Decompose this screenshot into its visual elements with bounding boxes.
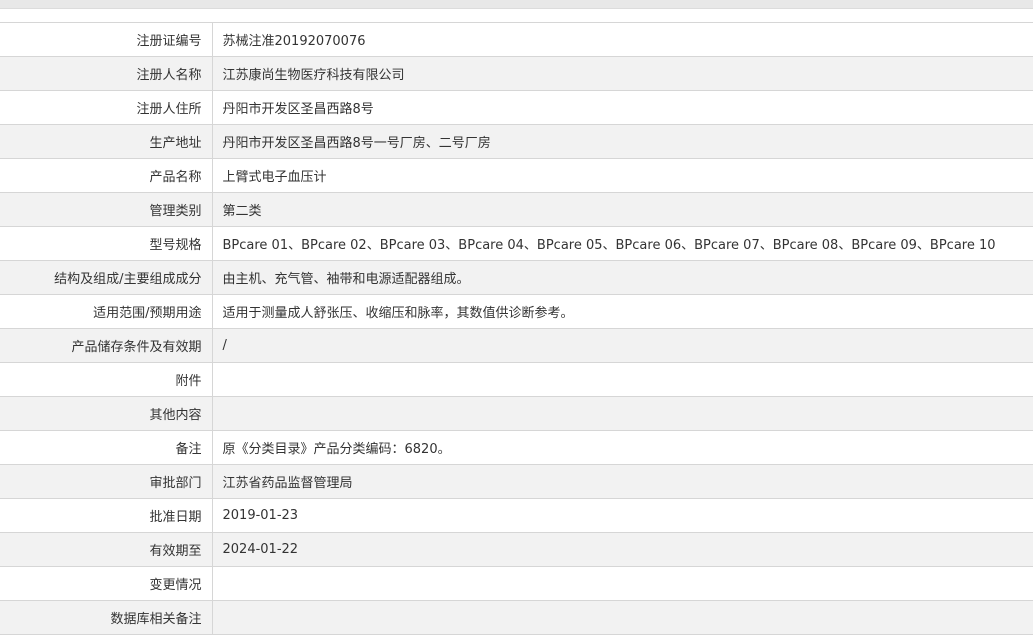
table-row: 数据库相关备注 [0, 600, 1033, 635]
row-value-storage-validity: / [212, 328, 1033, 363]
row-value-structure-composition: 由主机、充气管、袖带和电源适配器组成。 [212, 260, 1033, 295]
row-label-structure-composition: 结构及组成/主要组成成分 [0, 260, 213, 295]
table-row: 产品名称 上臂式电子血压计 [0, 158, 1033, 193]
table-row: 其他内容 [0, 396, 1033, 431]
table-row: 注册人住所 丹阳市开发区圣昌西路8号 [0, 90, 1033, 125]
top-strip [0, 0, 1033, 9]
row-label-other-content: 其他内容 [0, 396, 213, 431]
table-row: 生产地址 丹阳市开发区圣昌西路8号一号厂房、二号厂房 [0, 124, 1033, 159]
row-label-storage-validity: 产品储存条件及有效期 [0, 328, 213, 363]
row-value-approval-department: 江苏省药品监督管理局 [212, 464, 1033, 499]
table-row: 备注 原《分类目录》产品分类编码：6820。 [0, 430, 1033, 465]
row-value-remarks: 原《分类目录》产品分类编码：6820。 [212, 430, 1033, 465]
row-value-intended-use: 适用于测量成人舒张压、收缩压和脉率，其数值供诊断参考。 [212, 294, 1033, 329]
table-row: 管理类别 第二类 [0, 192, 1033, 227]
row-value-production-address: 丹阳市开发区圣昌西路8号一号厂房、二号厂房 [212, 124, 1033, 159]
row-label-attachments: 附件 [0, 362, 213, 397]
row-label-product-name: 产品名称 [0, 158, 213, 193]
spacer [0, 9, 1033, 22]
row-label-remarks: 备注 [0, 430, 213, 465]
row-value-other-content [212, 396, 1033, 431]
table-row: 型号规格 BPcare 01、BPcare 02、BPcare 03、BPcar… [0, 226, 1033, 261]
table-row: 审批部门 江苏省药品监督管理局 [0, 464, 1033, 499]
table-row: 有效期至 2024-01-22 [0, 532, 1033, 567]
registration-detail-table: 注册证编号 苏械注准20192070076 注册人名称 江苏康尚生物医疗科技有限… [0, 22, 1033, 635]
table-row: 批准日期 2019-01-23 [0, 498, 1033, 533]
row-label-model-spec: 型号规格 [0, 226, 213, 261]
table-row: 注册人名称 江苏康尚生物医疗科技有限公司 [0, 56, 1033, 91]
row-label-production-address: 生产地址 [0, 124, 213, 159]
row-label-database-remarks: 数据库相关备注 [0, 600, 213, 635]
row-value-registration-number: 苏械注准20192070076 [212, 22, 1033, 57]
row-label-registrant-name: 注册人名称 [0, 56, 213, 91]
row-value-database-remarks [212, 600, 1033, 635]
row-value-change-status [212, 566, 1033, 601]
row-value-management-category: 第二类 [212, 192, 1033, 227]
row-label-approval-date: 批准日期 [0, 498, 213, 533]
row-value-product-name: 上臂式电子血压计 [212, 158, 1033, 193]
row-label-registration-number: 注册证编号 [0, 22, 213, 57]
row-value-approval-date: 2019-01-23 [212, 498, 1033, 533]
table-row: 结构及组成/主要组成成分 由主机、充气管、袖带和电源适配器组成。 [0, 260, 1033, 295]
row-label-intended-use: 适用范围/预期用途 [0, 294, 213, 329]
row-label-change-status: 变更情况 [0, 566, 213, 601]
row-value-attachments [212, 362, 1033, 397]
row-value-registrant-address: 丹阳市开发区圣昌西路8号 [212, 90, 1033, 125]
row-value-model-spec: BPcare 01、BPcare 02、BPcare 03、BPcare 04、… [212, 226, 1033, 261]
row-value-valid-until: 2024-01-22 [212, 532, 1033, 567]
table-row: 变更情况 [0, 566, 1033, 601]
row-label-valid-until: 有效期至 [0, 532, 213, 567]
row-label-management-category: 管理类别 [0, 192, 213, 227]
table-row: 产品储存条件及有效期 / [0, 328, 1033, 363]
table-row: 注册证编号 苏械注准20192070076 [0, 22, 1033, 57]
row-label-approval-department: 审批部门 [0, 464, 213, 499]
row-value-registrant-name: 江苏康尚生物医疗科技有限公司 [212, 56, 1033, 91]
table-row: 附件 [0, 362, 1033, 397]
row-label-registrant-address: 注册人住所 [0, 90, 213, 125]
table-row: 适用范围/预期用途 适用于测量成人舒张压、收缩压和脉率，其数值供诊断参考。 [0, 294, 1033, 329]
